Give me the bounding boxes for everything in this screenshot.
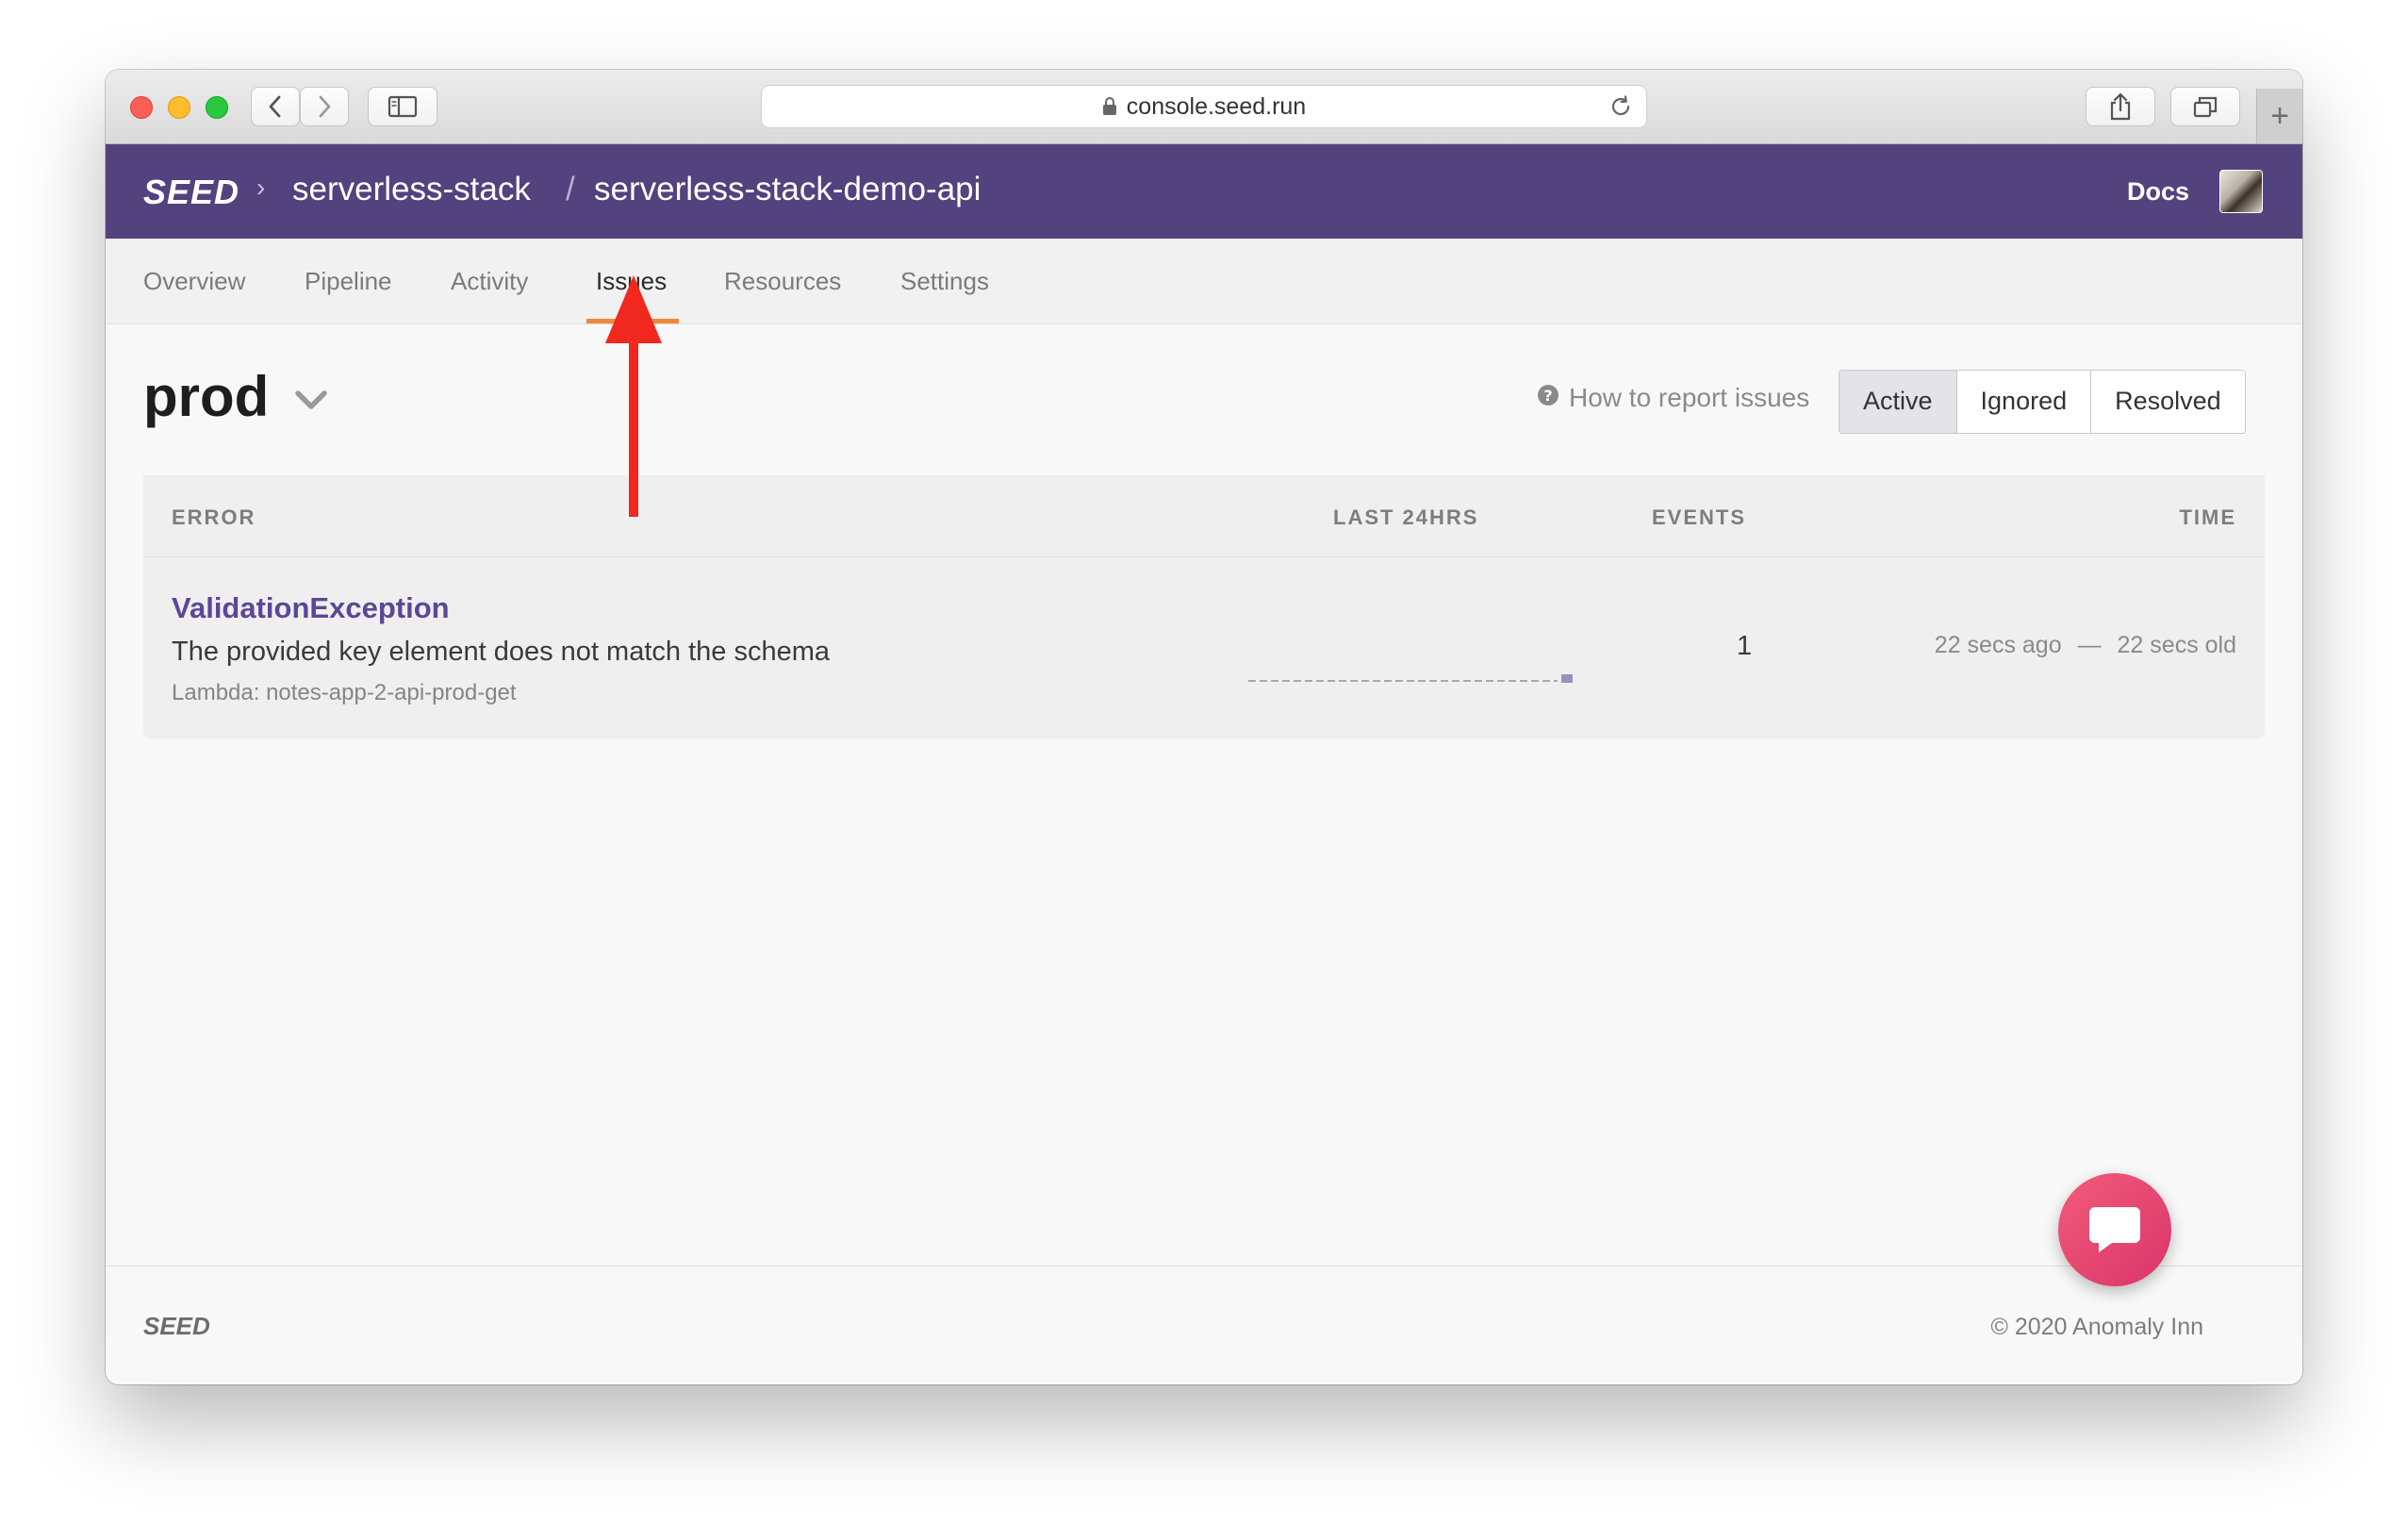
sidebar-icon (388, 95, 418, 118)
time-separator: — (2077, 632, 2102, 658)
user-avatar[interactable] (2219, 170, 2263, 213)
page-footer: SEED © 2020 Anomaly Inn (106, 1266, 2302, 1384)
lock-icon (1102, 97, 1117, 116)
close-window-button[interactable] (130, 96, 153, 119)
annotation-arrow (592, 275, 675, 525)
copyright-text: © 2020 Anomaly Inn (1990, 1314, 2203, 1340)
column-error: ERROR (172, 505, 256, 529)
tab-pipeline[interactable]: Pipeline (305, 267, 392, 296)
footer-logo: SEED (143, 1312, 210, 1340)
chevron-down-icon[interactable] (294, 389, 328, 416)
issue-message: The provided key element does not match … (172, 637, 830, 667)
url-text: console.seed.run (1126, 92, 1307, 120)
minimize-window-button[interactable] (168, 96, 190, 119)
column-time: TIME (2179, 505, 2236, 529)
reload-icon[interactable] (1608, 94, 1633, 125)
chat-icon (2089, 1207, 2140, 1252)
back-button[interactable] (251, 87, 300, 126)
table-row[interactable]: ValidationException The provided key ele… (143, 557, 2265, 738)
docs-link[interactable]: Docs (2127, 177, 2189, 207)
filter-ignored-button[interactable]: Ignored (1955, 371, 2091, 433)
share-button[interactable] (2086, 87, 2155, 126)
issues-table-header: ERROR LAST 24HRS EVENTS TIME (143, 475, 2265, 557)
column-last-24hrs: LAST 24HRS (1333, 505, 1479, 529)
chevron-left-icon (269, 95, 281, 118)
seed-logo[interactable]: SEED (143, 173, 239, 212)
tab-settings[interactable]: Settings (900, 267, 989, 296)
filter-resolved-button[interactable]: Resolved (2090, 371, 2245, 433)
issue-title-link[interactable]: ValidationException (172, 591, 450, 625)
sidebar-toggle-button[interactable] (368, 87, 437, 126)
breadcrumb-app[interactable]: serverless-stack-demo-api (594, 171, 981, 208)
app-tabs: Overview Pipeline Activity Issues Resour… (106, 239, 2302, 324)
issue-age: 22 secs old (2117, 632, 2236, 658)
last-24hrs-sparkline (1246, 671, 1576, 688)
browser-window: console.seed.run + SEED › serverless-sta… (106, 70, 2302, 1384)
filter-active-button[interactable]: Active (1839, 371, 1956, 433)
tab-overview-button[interactable] (2170, 87, 2240, 126)
issue-event-count: 1 (1737, 631, 1753, 661)
how-to-report-issues-label: How to report issues (1569, 383, 1810, 412)
how-to-report-issues-link[interactable]: ? How to report issues (1537, 383, 1809, 413)
share-icon (2110, 92, 2131, 121)
browser-toolbar: console.seed.run + (106, 70, 2302, 144)
issue-time: 22 secs ago — 22 secs old (1935, 632, 2236, 659)
breadcrumb-separator: › (256, 173, 266, 202)
zoom-window-button[interactable] (206, 96, 228, 119)
tabs-icon (2193, 96, 2218, 118)
address-bar[interactable]: console.seed.run (761, 85, 1647, 128)
app-header: SEED › serverless-stack / serverless-sta… (106, 144, 2302, 239)
chevron-right-icon (319, 95, 331, 118)
issue-source: Lambda: notes-app-2-api-prod-get (172, 680, 517, 705)
issue-status-filter: Active Ignored Resolved (1839, 370, 2246, 434)
stage-title[interactable]: prod (143, 364, 269, 429)
new-tab-button[interactable]: + (2256, 89, 2302, 143)
svg-text:?: ? (1543, 387, 1552, 405)
forward-button[interactable] (300, 87, 349, 126)
column-events: EVENTS (1652, 505, 1747, 529)
breadcrumb-org[interactable]: serverless-stack (292, 171, 531, 208)
tab-activity[interactable]: Activity (451, 267, 528, 296)
question-circle-icon: ? (1537, 383, 1559, 413)
breadcrumb-slash: / (566, 171, 575, 207)
tab-overview[interactable]: Overview (143, 267, 245, 296)
chat-support-button[interactable] (2058, 1173, 2171, 1286)
issue-last-seen: 22 secs ago (1934, 632, 2062, 658)
tab-resources[interactable]: Resources (724, 267, 841, 296)
